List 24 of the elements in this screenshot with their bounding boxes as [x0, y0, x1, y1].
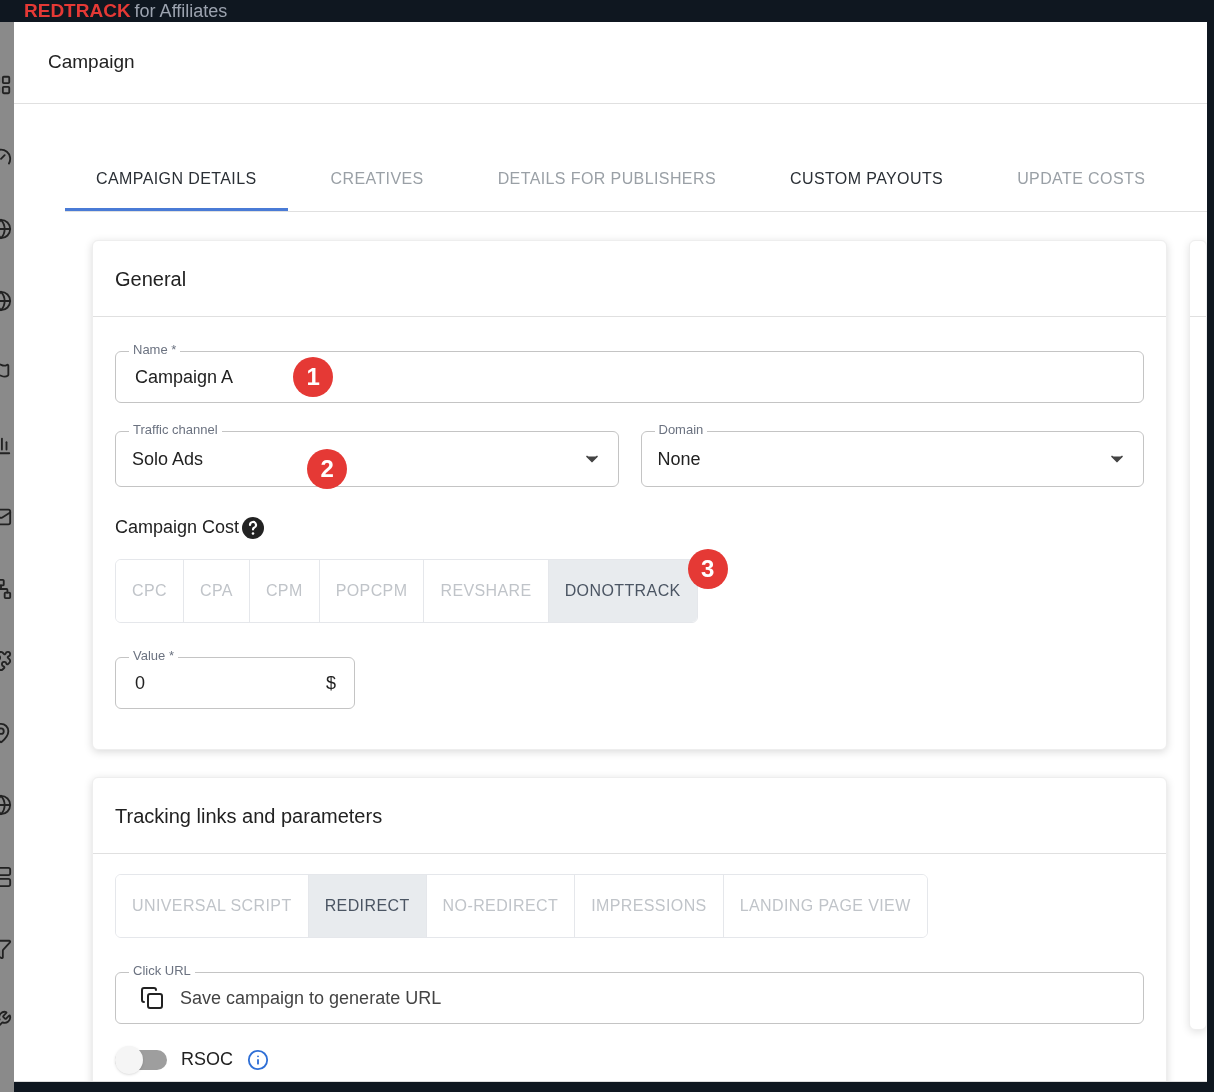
copy-icon[interactable]: [140, 986, 164, 1010]
help-icon[interactable]: [241, 515, 266, 540]
field-value: Save campaign to generate URL: [180, 986, 442, 1010]
tab[interactable]: CUSTOM PAYOUTS: [758, 150, 975, 211]
dialog-title: Campaign: [48, 50, 135, 75]
logo-text: for Affiliates: [134, 1, 228, 21]
toggle-button[interactable]: DONOTTRACK: [547, 560, 697, 622]
number-badge: 3: [687, 549, 728, 589]
number-badge: 2: [307, 449, 348, 489]
field-value: Campaign A: [135, 365, 234, 389]
tab[interactable]: CAMPAIGN DETAILS: [65, 150, 288, 211]
card-title: Tracking links and parameters: [115, 803, 383, 829]
info-icon[interactable]: [247, 1048, 269, 1071]
currency-symbol: $: [326, 671, 336, 695]
toggle-button[interactable]: REDIRECT: [307, 875, 426, 937]
logo-text: REDTRACK: [24, 1, 131, 21]
switch-label: RSOC: [181, 1048, 233, 1071]
field-value: 0: [135, 671, 145, 695]
card-title: General: [115, 266, 187, 292]
toggle-button[interactable]: LANDING PAGE VIEW: [722, 875, 927, 937]
number-badge: 1: [293, 357, 334, 397]
field-value: Solo Ads: [132, 447, 204, 471]
field-value: None: [657, 447, 701, 471]
section-label: Campaign Cost: [115, 516, 240, 539]
